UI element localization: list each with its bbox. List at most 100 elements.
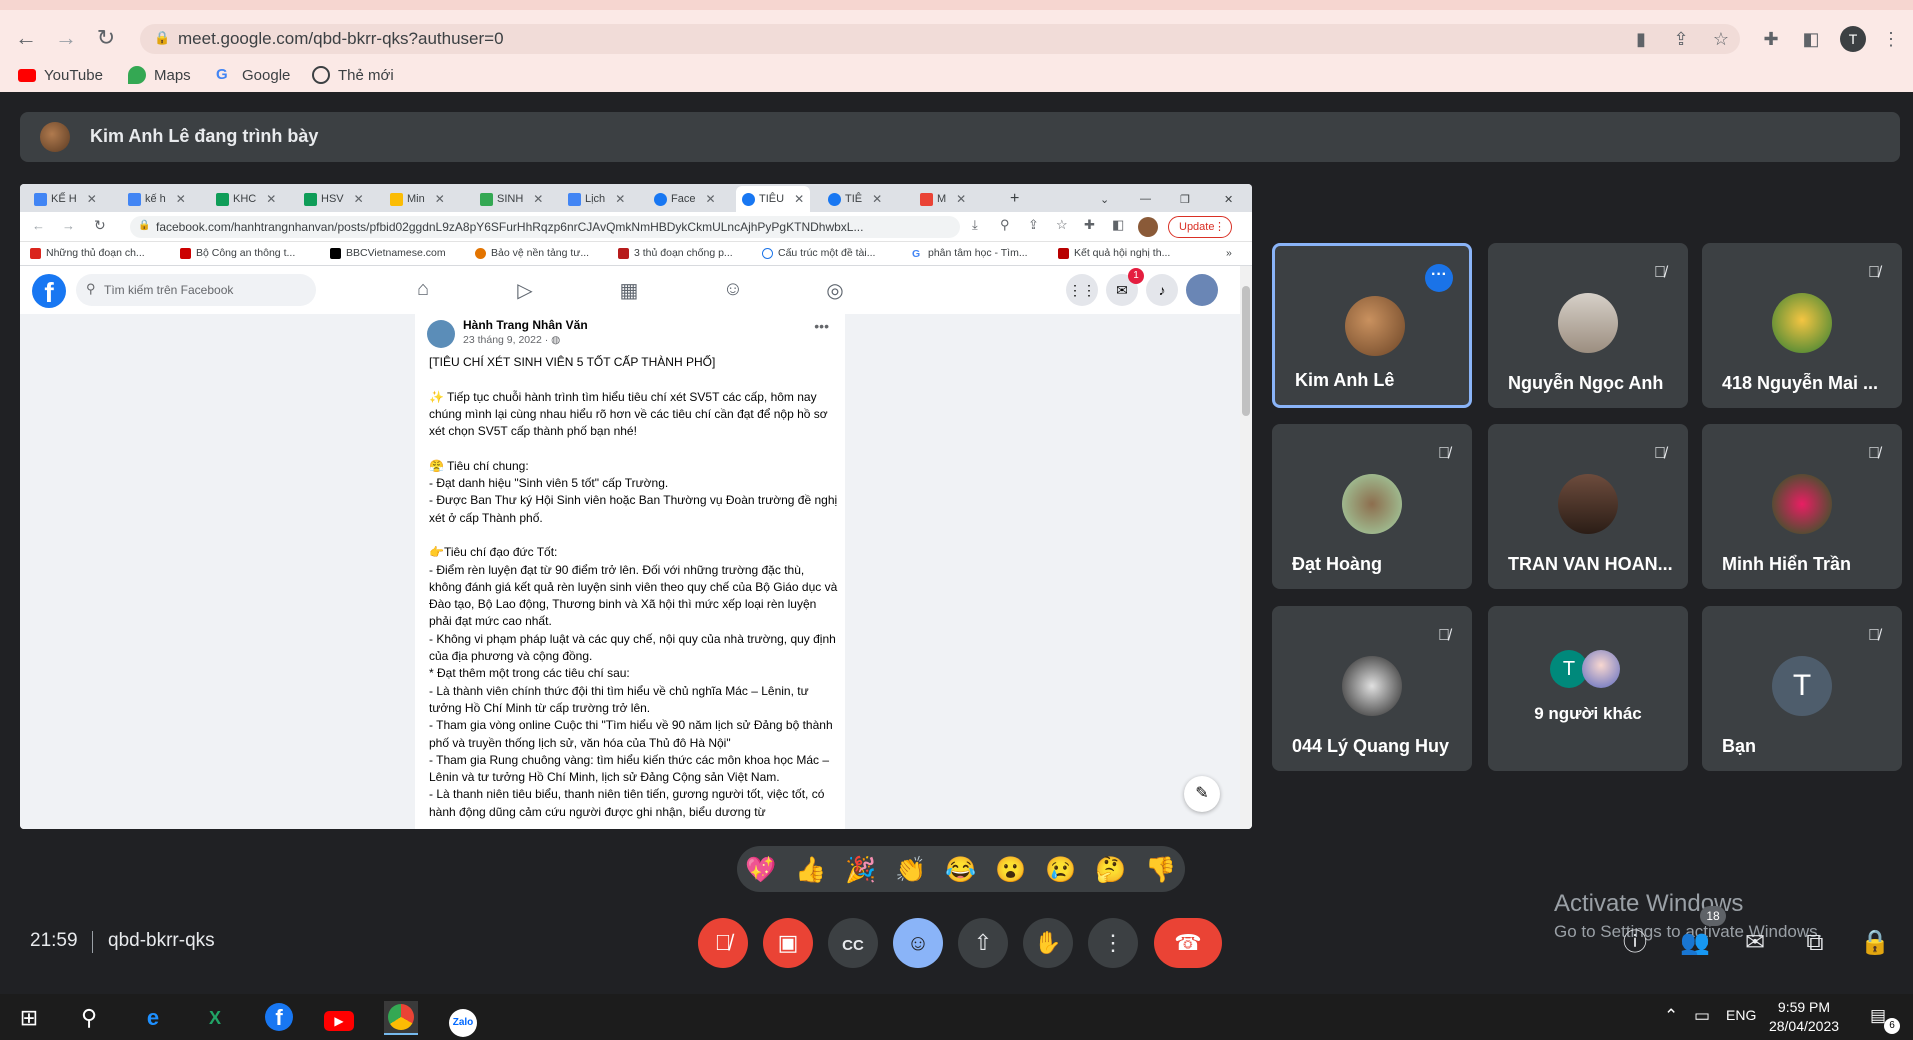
- post-date: 23 tháng 9, 2022 · ◍: [463, 334, 561, 346]
- youtube-taskbar-icon[interactable]: ▶: [322, 1001, 356, 1035]
- participant-tile[interactable]: ··· Kim Anh Lê: [1272, 243, 1472, 408]
- shared-forward-icon: →: [62, 218, 75, 233]
- participant-avatar: [1772, 293, 1832, 353]
- reaction-laugh[interactable]: 😂: [945, 854, 977, 886]
- forward-icon[interactable]: →: [54, 26, 78, 50]
- taskbar-clock[interactable]: 9:59 PM 28/04/2023: [1764, 998, 1844, 1036]
- lock-icon: 🔒: [154, 30, 171, 45]
- bookmark-maps[interactable]: Maps: [128, 65, 191, 85]
- shared-bookmarks-bar: Những thủ đoạn ch... Bộ Công an thông t.…: [20, 242, 1252, 266]
- edge-icon[interactable]: e: [136, 1001, 170, 1035]
- leave-call-button[interactable]: ☎: [1154, 918, 1222, 968]
- emoji-icon: ☺: [906, 930, 930, 955]
- mic-off-icon: 🎙̸: [1868, 264, 1880, 281]
- back-icon[interactable]: ←: [14, 26, 38, 50]
- raise-hand-button[interactable]: ✋: [1023, 918, 1073, 968]
- bookmarks-bar: YouTube Maps G Google Thẻ mới: [0, 56, 1913, 92]
- shared-bookmark: Những thủ đoạn ch...: [30, 247, 145, 259]
- menu-icon[interactable]: ⋮: [1880, 28, 1902, 50]
- globe-icon: [312, 66, 330, 84]
- participant-tile[interactable]: 🎙̸ TRAN VAN HOAN...: [1488, 424, 1688, 589]
- search-icon: ⚲: [86, 281, 96, 296]
- people-icon[interactable]: 👥: [1680, 928, 1710, 958]
- fb-watch-icon: ▷: [517, 280, 533, 302]
- participant-name: Bạn: [1722, 736, 1757, 756]
- sidepanel-icon[interactable]: ◧: [1800, 28, 1822, 50]
- excel-icon[interactable]: X: [198, 1001, 232, 1035]
- reaction-thumbs-up[interactable]: 👍: [795, 854, 827, 886]
- participant-tile[interactable]: 🎙̸ Nguyễn Ngọc Anh: [1488, 243, 1688, 408]
- battery-icon[interactable]: ▭: [1694, 1006, 1710, 1026]
- post-author: Hành Trang Nhân Văn: [463, 318, 588, 332]
- more-options-button[interactable]: ⋮: [1088, 918, 1138, 968]
- reaction-clap[interactable]: 👏: [895, 854, 927, 886]
- chrome-taskbar-icon[interactable]: [384, 1001, 418, 1035]
- reaction-heart[interactable]: 💖: [745, 854, 777, 886]
- shared-zoom-icon: ⚲: [1000, 217, 1010, 232]
- minimize-icon: —: [1140, 193, 1151, 205]
- others-count: 9 người khác: [1534, 704, 1642, 723]
- language-indicator[interactable]: ENG: [1726, 1007, 1756, 1023]
- participant-tile[interactable]: 🎙̸ Minh Hiển Trần: [1702, 424, 1902, 589]
- tray-chevron-icon[interactable]: ⌃: [1664, 1006, 1678, 1026]
- facebook-post: Hành Trang Nhân Văn 23 tháng 9, 2022 · ◍…: [415, 314, 845, 829]
- shared-bookmark: Cấu trúc một đề tài...: [762, 247, 875, 259]
- bookmark-new-tab[interactable]: Thẻ mới: [312, 65, 394, 85]
- facebook-taskbar-icon[interactable]: f: [262, 1001, 296, 1035]
- meeting-info-icon[interactable]: ⓘ: [1620, 928, 1650, 958]
- reaction-surprised[interactable]: 😮: [995, 854, 1027, 886]
- zalo-taskbar-icon[interactable]: Zalo: [446, 1001, 480, 1037]
- shared-bookmarks-more-icon: »: [1226, 247, 1232, 259]
- reactions-button[interactable]: ☺: [893, 918, 943, 968]
- shared-tab: M ✕: [920, 188, 966, 210]
- reaction-sad[interactable]: 😢: [1045, 854, 1077, 886]
- camera-toggle-button[interactable]: ▣: [763, 918, 813, 968]
- captions-button[interactable]: CC: [828, 918, 878, 968]
- host-controls-icon[interactable]: 🔒: [1860, 928, 1890, 958]
- facebook-search: ⚲ Tìm kiếm trên Facebook: [76, 274, 316, 306]
- browser-toolbar: ← → ↻ 🔒 meet.google.com/qbd-bkrr-qks?aut…: [0, 10, 1913, 56]
- mic-off-icon: 🎙̸: [1868, 627, 1880, 644]
- star-icon[interactable]: ☆: [1710, 28, 1732, 50]
- reaction-party[interactable]: 🎉: [845, 854, 877, 886]
- taskbar-search-icon[interactable]: ⚲: [72, 1001, 106, 1035]
- participant-tile[interactable]: 🎙̸ 418 Nguyễn Mai ...: [1702, 243, 1902, 408]
- shared-tab: Lịch ✕: [568, 188, 625, 210]
- fb-groups-icon: ☺: [722, 278, 744, 300]
- extensions-icon[interactable]: ✚: [1760, 28, 1782, 50]
- more-options-icon[interactable]: ···: [1425, 264, 1453, 292]
- participant-tile[interactable]: 🎙̸ Đạt Hoàng: [1272, 424, 1472, 589]
- shared-sidepanel-icon: ◧: [1112, 217, 1125, 232]
- camera-icon[interactable]: ▮: [1630, 28, 1652, 50]
- mic-off-icon: 🎙̸: [1654, 445, 1666, 462]
- chat-icon[interactable]: ✉: [1740, 928, 1770, 958]
- participant-tile[interactable]: 🎙̸ 044 Lý Quang Huy: [1272, 606, 1472, 771]
- post-author-avatar: [427, 320, 455, 348]
- self-tile[interactable]: T 🎙̸ Bạn: [1702, 606, 1902, 771]
- fb-gaming-icon: ◎: [826, 280, 844, 302]
- shared-back-icon: ←: [32, 218, 45, 233]
- reaction-thinking[interactable]: 🤔: [1095, 854, 1127, 886]
- profile-avatar[interactable]: T: [1840, 26, 1866, 52]
- activities-icon[interactable]: ⧉: [1800, 928, 1830, 958]
- reactions-bar: 💖 👍 🎉 👏 😂 😮 😢 🤔 👎: [737, 846, 1185, 892]
- presenting-text: Kim Anh Lê đang trình bày: [90, 126, 319, 146]
- reload-icon[interactable]: ↻: [94, 26, 118, 50]
- bookmark-youtube[interactable]: YouTube: [18, 65, 103, 85]
- others-tile[interactable]: T 9 người khác: [1488, 606, 1688, 771]
- url-text: meet.google.com/qbd-bkrr-qks?authuser=0: [178, 29, 504, 48]
- reaction-thumbs-down[interactable]: 👎: [1145, 854, 1177, 886]
- shared-bookmark: Gphân tâm học - Tìm...: [912, 247, 1028, 260]
- meeting-time: 21:59: [30, 930, 78, 951]
- bookmark-google[interactable]: G Google: [216, 65, 290, 85]
- fb-notification-badge: 1: [1128, 268, 1144, 284]
- shared-tab: TIÊ ✕: [828, 188, 882, 210]
- start-icon[interactable]: ⊞: [12, 1001, 46, 1035]
- share-icon[interactable]: ⇪: [1670, 28, 1692, 50]
- address-bar[interactable]: 🔒 meet.google.com/qbd-bkrr-qks?authuser=…: [140, 24, 1740, 54]
- mic-toggle-button[interactable]: 🎙̸: [698, 918, 748, 968]
- present-button[interactable]: ⇧: [958, 918, 1008, 968]
- fb-bell-icon: ♪: [1146, 274, 1178, 306]
- shared-tab-strip: KẾ H ✕ kế h ✕ KHC ✕ HSV ✕ Min ✕ SINH ✕ Lịch ✕ F…: [20, 184, 1252, 212]
- globe-icon: ◍: [551, 334, 561, 346]
